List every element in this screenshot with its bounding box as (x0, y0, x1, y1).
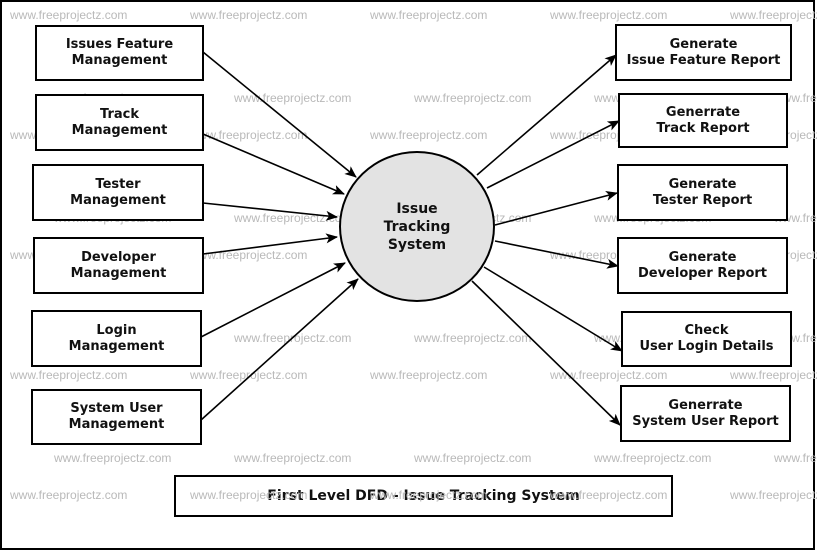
flow-arrow-tester (202, 202, 338, 221)
entity-label: Management (71, 53, 168, 68)
entity-label: Management (68, 417, 165, 432)
entity-generate-issue-feature-report[interactable]: Generate Issue Feature Report (615, 24, 792, 81)
entity-track-management[interactable]: Track Management (35, 94, 204, 151)
entity-label: System User Report (632, 413, 779, 429)
entity-label: Generate (669, 36, 738, 52)
entity-label: Generrate (665, 104, 741, 120)
flow-arrow-system-user-report (471, 280, 621, 426)
entity-tester-management[interactable]: Tester Management (32, 164, 204, 221)
entity-label: Tester Report (652, 192, 753, 208)
flow-arrow-developer-report (494, 240, 619, 269)
entity-label: Management (68, 338, 165, 354)
entity-label: Check (684, 323, 729, 338)
process-label: Issue (396, 200, 438, 217)
entity-generrate-system-user-report[interactable]: Generrate System User Report (620, 385, 791, 442)
diagram-title: First Level DFD - Issue Tracking System (174, 475, 673, 517)
entity-label: Developer (81, 249, 156, 265)
entity-system-user-management[interactable]: System User Management (31, 389, 202, 445)
entity-generate-tester-report[interactable]: Generate Tester Report (617, 164, 788, 221)
flow-arrow-issues-feature (202, 51, 357, 178)
entity-label: Management (71, 122, 168, 138)
entity-label: Issue Feature Report (626, 52, 781, 68)
diagram-title-text: First Level DFD - Issue Tracking System (267, 488, 580, 504)
process-label: System (387, 236, 447, 253)
entity-label: Generate (668, 176, 737, 192)
flow-arrow-track (202, 133, 345, 195)
entity-label: Login (96, 322, 137, 338)
entity-label: Generrate (668, 397, 743, 413)
process-label: Tracking (383, 218, 451, 235)
entity-label: User Login Details (639, 339, 774, 354)
entity-login-management[interactable]: Login Management (31, 310, 202, 367)
entity-label: Track Report (656, 120, 750, 136)
entity-label: Generate (668, 249, 737, 265)
entity-label: Management (70, 192, 166, 208)
entity-generrate-track-report[interactable]: Generrate Track Report (618, 93, 788, 148)
flow-arrow-user-login-details (483, 266, 623, 352)
entity-developer-management[interactable]: Developer Management (33, 237, 204, 294)
flow-arrow-tester-report (494, 190, 618, 226)
entity-label: System User (70, 401, 163, 416)
entity-label: Issues Feature (65, 37, 174, 52)
entity-issues-feature-management[interactable]: Issues Feature Management (35, 25, 204, 81)
entity-check-user-login-details[interactable]: Check User Login Details (621, 311, 792, 367)
entity-generate-developer-report[interactable]: Generate Developer Report (617, 237, 788, 294)
flow-arrow-track-report (486, 120, 620, 189)
flow-arrow-system-user (200, 278, 359, 421)
process-issue-tracking-system[interactable]: Issue Tracking System (339, 151, 495, 302)
entity-label: Track (100, 106, 139, 122)
entity-label: Tester (95, 176, 141, 192)
entity-label: Developer Report (637, 265, 768, 281)
flow-arrow-developer (202, 233, 338, 255)
entity-label: Management (70, 265, 167, 281)
flow-arrow-login (200, 262, 346, 338)
